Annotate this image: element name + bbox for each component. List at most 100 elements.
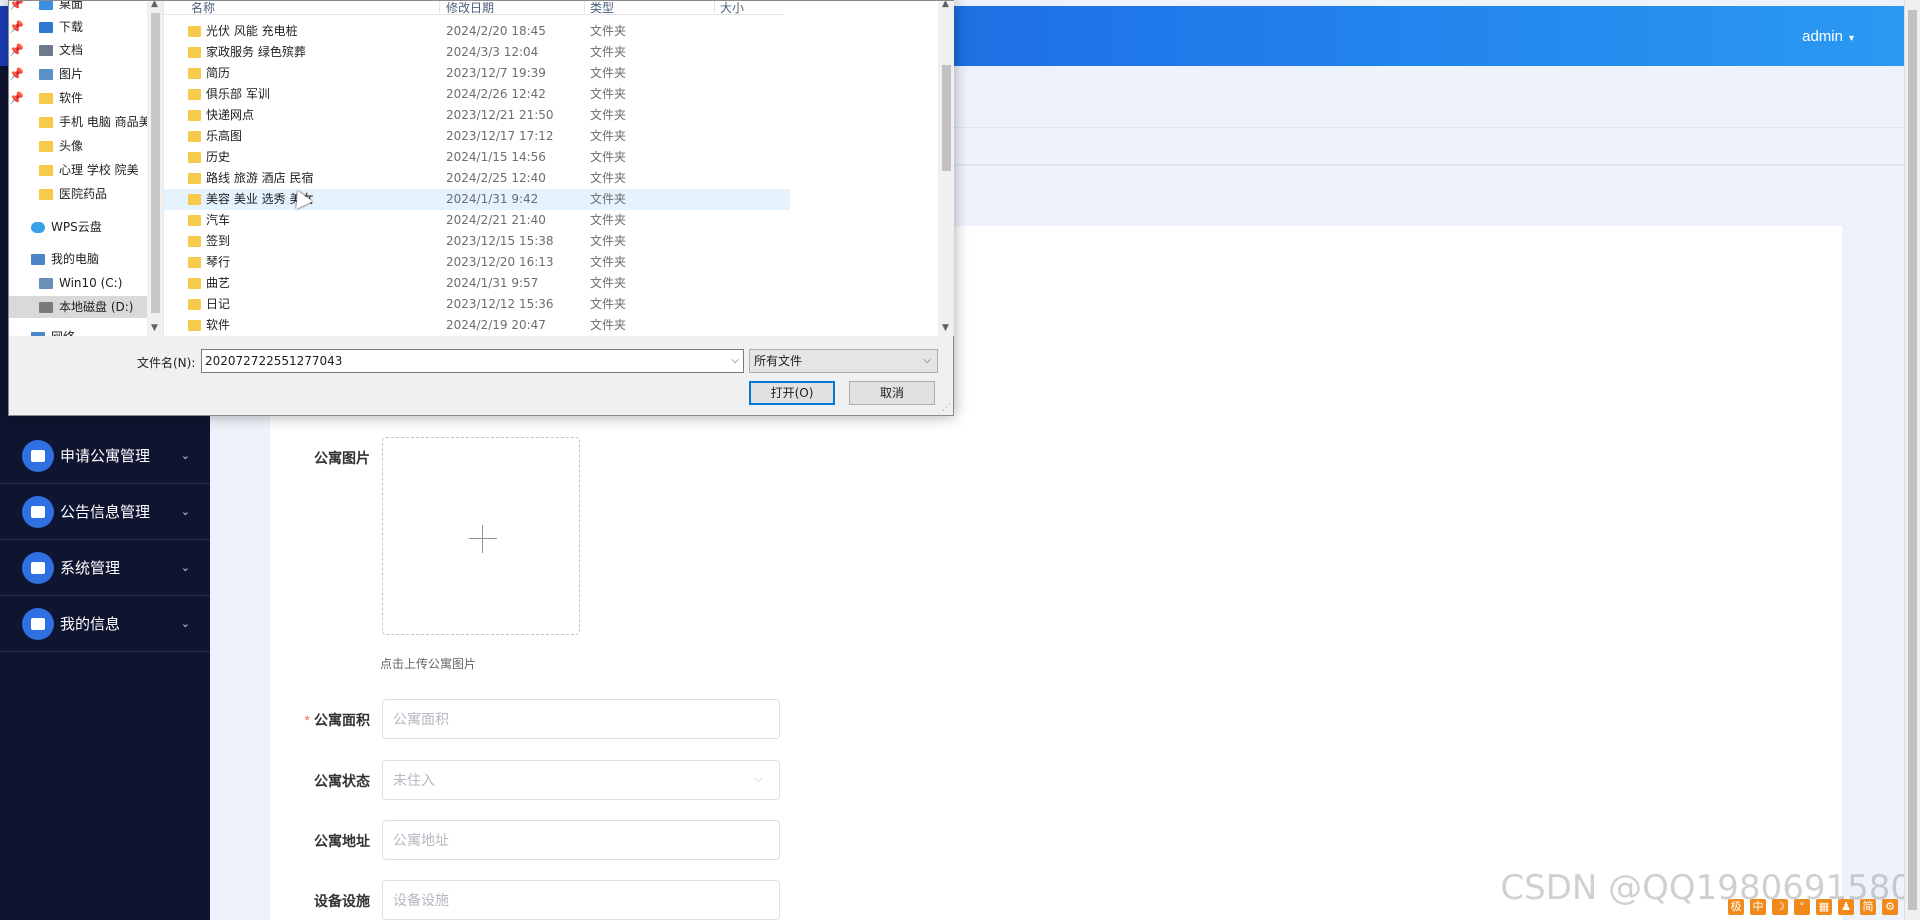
- open-button[interactable]: 打开(O): [749, 381, 835, 405]
- page-scrollbar[interactable]: [1904, 0, 1920, 920]
- list-header: 名称 修改日期 类型 大小: [164, 1, 784, 15]
- language-icon[interactable]: 中: [1750, 899, 1766, 915]
- scroll-up-icon[interactable]: ▲: [151, 1, 158, 9]
- nav-item-drive-c[interactable]: Win10 (C:): [39, 272, 122, 294]
- cancel-button[interactable]: 取消: [849, 381, 935, 405]
- file-row[interactable]: 光伏 风能 充电桩 2024/2/20 18:45 文件夹: [164, 21, 790, 42]
- nav-item-documents[interactable]: 文档: [39, 39, 83, 61]
- sidebar-item-my-info[interactable]: 我的信息 ⌄: [0, 596, 210, 652]
- file-row[interactable]: 乐高图 2023/12/17 17:12 文件夹: [164, 126, 790, 147]
- chevron-down-icon: ⌄: [180, 506, 190, 518]
- sidebar-item-apartment-applications[interactable]: 申请公寓管理 ⌄: [0, 428, 210, 484]
- column-size[interactable]: 大小: [720, 1, 744, 16]
- file-row[interactable]: 路线 旅游 酒店 民宿 2024/2/25 12:40 文件夹: [164, 168, 790, 189]
- status-select[interactable]: 未住入: [382, 760, 780, 800]
- scroll-down-icon[interactable]: ▼: [942, 323, 949, 333]
- punctuation-icon[interactable]: °: [1794, 899, 1810, 915]
- file-list-scrollbar[interactable]: ▲ ▼: [938, 1, 954, 336]
- file-row[interactable]: 软件 2024/2/19 20:47 文件夹: [164, 315, 790, 336]
- chevron-down-icon: ⌵: [923, 355, 931, 366]
- filename-input[interactable]: 202072722551277043 ⌵: [201, 349, 744, 373]
- file-open-dialog: 桌面 下载 文档 图片 软件 手机 电脑 商品美 头像 心理 学校 院美 医院药…: [8, 0, 954, 416]
- image-label: 公寓图片: [314, 450, 370, 466]
- briefcase-icon: [22, 439, 54, 472]
- settings-icon[interactable]: ⚙: [1882, 899, 1898, 915]
- status-label: 公寓状态: [314, 773, 370, 789]
- folder-icon: [188, 299, 201, 310]
- pin-icon: 📌: [9, 1, 24, 11]
- ime-icon[interactable]: 极: [1728, 899, 1744, 915]
- chevron-down-icon[interactable]: ⌵: [731, 350, 739, 372]
- folder-icon: [188, 215, 201, 226]
- required-mark: *: [304, 712, 310, 728]
- filename-label: 文件名(N):: [137, 356, 196, 370]
- sidebar-item-label: 系统管理: [60, 560, 121, 577]
- nav-item-wps-cloud[interactable]: WPS云盘: [31, 216, 102, 238]
- nav-item-this-pc[interactable]: 我的电脑: [31, 248, 99, 270]
- nav-item-software[interactable]: 软件: [39, 87, 83, 109]
- sidebar-item-system[interactable]: 系统管理 ⌄: [0, 540, 210, 596]
- upload-hint: 点击上传公寓图片: [380, 657, 477, 671]
- scroll-down-icon[interactable]: ▼: [151, 323, 158, 333]
- folder-icon: [188, 257, 201, 268]
- facilities-label: 设备设施: [314, 893, 370, 909]
- file-row[interactable]: 历史 2024/1/15 14:56 文件夹: [164, 147, 790, 168]
- folder-icon: [188, 131, 201, 142]
- folder-icon: [188, 194, 201, 205]
- sliders-icon: [22, 495, 54, 528]
- folder-icon: [188, 68, 201, 79]
- nav-item-folder[interactable]: 头像: [39, 135, 83, 157]
- moon-icon[interactable]: ☽: [1772, 899, 1788, 915]
- file-row[interactable]: 家政服务 绿色殡葬 2024/3/3 12:04 文件夹: [164, 42, 790, 63]
- file-row[interactable]: 简历 2023/12/7 19:39 文件夹: [164, 63, 790, 84]
- nav-item-network[interactable]: 网络: [31, 326, 75, 336]
- file-row[interactable]: 日记 2023/12/12 15:36 文件夹: [164, 294, 790, 315]
- keyboard-icon[interactable]: ▦: [1816, 899, 1832, 915]
- folder-icon: [188, 173, 201, 184]
- file-row[interactable]: 美容 美业 选秀 美女 2024/1/31 9:42 文件夹: [164, 189, 790, 210]
- chevron-down-icon: ⌄: [180, 450, 190, 462]
- scroll-up-icon[interactable]: ▲: [942, 1, 949, 9]
- nav-item-folder[interactable]: 医院药品: [39, 183, 107, 205]
- sidebar-item-label: 我的信息: [60, 616, 121, 633]
- nav-item-desktop[interactable]: 桌面: [39, 1, 83, 15]
- file-row[interactable]: 曲艺 2024/1/31 9:57 文件夹: [164, 273, 790, 294]
- ime-tray: 极 中 ☽ ° ▦ ♟ 简 ⚙: [1728, 898, 1898, 916]
- user-icon[interactable]: ♟: [1838, 899, 1854, 915]
- address-input[interactable]: [382, 820, 780, 860]
- pin-icon: 📌: [9, 43, 24, 57]
- column-type[interactable]: 类型: [590, 1, 614, 16]
- sidebar-item-announcements[interactable]: 公告信息管理 ⌄: [0, 484, 210, 540]
- nav-scrollbar[interactable]: ▲ ▼: [147, 1, 163, 336]
- nav-item-downloads[interactable]: 下载: [39, 16, 83, 38]
- sidebar-item-label: 申请公寓管理: [60, 448, 151, 465]
- nav-item-folder[interactable]: 心理 学校 院美: [39, 159, 139, 181]
- folder-icon: [188, 110, 201, 121]
- area-input[interactable]: [382, 699, 780, 739]
- grid-icon: [22, 551, 54, 584]
- file-row[interactable]: 汽车 2024/2/21 21:40 文件夹: [164, 210, 790, 231]
- file-row[interactable]: 快递网点 2023/12/21 21:50 文件夹: [164, 105, 790, 126]
- file-row[interactable]: 签到 2023/12/15 15:38 文件夹: [164, 231, 790, 252]
- folder-icon: [188, 26, 201, 37]
- nav-item-drive-d[interactable]: 本地磁盘 (D:): [9, 296, 147, 318]
- column-name[interactable]: 名称: [191, 1, 215, 16]
- file-row[interactable]: 琴行 2023/12/20 16:13 文件夹: [164, 252, 790, 273]
- image-upload[interactable]: [382, 437, 580, 635]
- facilities-input[interactable]: [382, 880, 780, 920]
- column-date[interactable]: 修改日期: [446, 1, 494, 16]
- simplified-icon[interactable]: 简: [1860, 899, 1876, 915]
- pin-icon: 📌: [9, 91, 24, 105]
- nav-item-folder[interactable]: 手机 电脑 商品美: [39, 111, 151, 133]
- file-row[interactable]: 俱乐部 军训 2024/2/26 12:42 文件夹: [164, 84, 790, 105]
- folder-icon: [188, 89, 201, 100]
- chevron-down-icon: ⌄: [180, 618, 190, 630]
- resize-grip-icon[interactable]: ⋰: [942, 403, 951, 413]
- folder-icon: [188, 236, 201, 247]
- file-list: 名称 修改日期 类型 大小 光伏 风能 充电桩 2024/2/20 18:45 文件…: [164, 1, 954, 336]
- folder-icon: [188, 278, 201, 289]
- chevron-down-icon: ⌄: [180, 562, 190, 574]
- filetype-select[interactable]: 所有文件 ⌵: [749, 349, 938, 373]
- user-menu[interactable]: admin ▾: [1802, 28, 1854, 45]
- nav-item-pictures[interactable]: 图片: [39, 63, 83, 85]
